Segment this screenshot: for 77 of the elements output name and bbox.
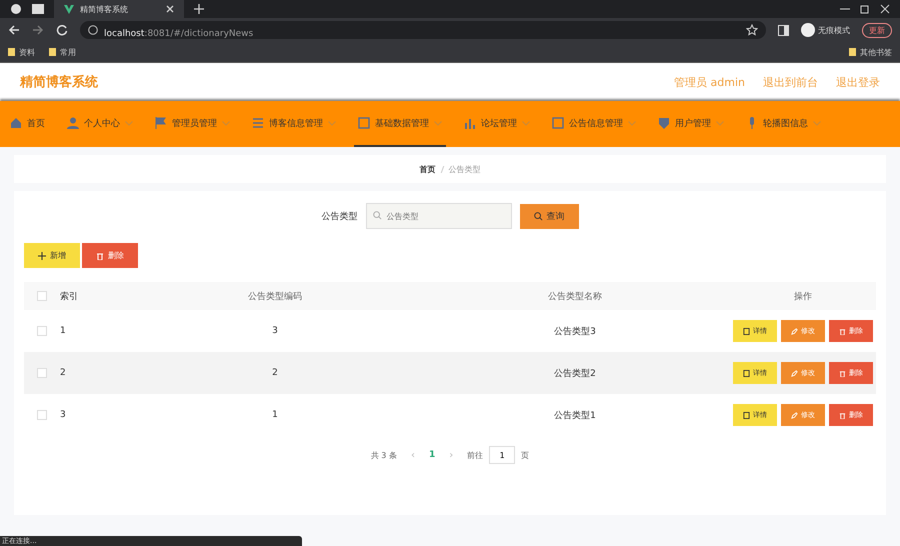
- site-title: 精简博客系统: [20, 74, 98, 91]
- forward-icon[interactable]: [32, 24, 44, 36]
- table-cell-text: 2: [60, 368, 67, 378]
- breadcrumb-item: 公告类型: [448, 164, 480, 174]
- trash-icon: [96, 252, 104, 260]
- plus-icon: [38, 252, 46, 260]
- tab-title: 精简博客系统: [80, 4, 129, 14]
- nav-item[interactable]: 轮播图信息: [742, 101, 825, 147]
- nav-item[interactable]: 论坛管理: [460, 101, 534, 147]
- logo-icon: [64, 4, 74, 14]
- back-icon[interactable]: [8, 24, 20, 36]
- restore-icon[interactable]: [860, 4, 870, 14]
- table-cell-text: 1: [60, 326, 67, 336]
- breadcrumb-item[interactable]: 首页: [420, 164, 436, 174]
- trash-icon: [839, 370, 846, 376]
- flag-icon: [155, 117, 167, 129]
- table-cell-text: 3: [271, 326, 279, 336]
- close-icon[interactable]: [880, 4, 890, 14]
- table-cell-text: 公告类型1: [553, 410, 597, 422]
- bookmark[interactable]: 资料: [8, 46, 35, 58]
- trash-icon: [839, 328, 846, 334]
- page-number[interactable]: 1: [428, 450, 436, 460]
- document-icon: [743, 412, 750, 418]
- nav-item[interactable]: 管理员管理: [151, 101, 234, 147]
- bookmark[interactable]: 其他书签: [849, 46, 892, 58]
- total-count: 共 3 条: [370, 450, 397, 460]
- bookmark[interactable]: 常用: [49, 46, 76, 58]
- pencil-icon: [791, 412, 798, 418]
- reload-icon[interactable]: [56, 24, 68, 36]
- shield-icon: [658, 117, 670, 129]
- address-field[interactable]: localhost:8081/#/dictionaryNews: [80, 21, 766, 39]
- trash-icon: [839, 412, 846, 418]
- goto-label: 前往: [467, 450, 484, 460]
- url-text: localhost:8081/#/dictionaryNews: [104, 28, 254, 40]
- nav-item[interactable]: 博客信息管理: [248, 101, 340, 147]
- list-icon: [252, 117, 264, 129]
- field-label: 公告类型: [322, 210, 358, 222]
- table-cell-text: 3: [60, 410, 67, 420]
- page-suffix: 页: [521, 450, 530, 460]
- document-icon: [743, 370, 750, 376]
- star-icon[interactable]: [746, 24, 758, 36]
- box-icon: [552, 117, 564, 129]
- delete-button[interactable]: 删除: [82, 243, 138, 268]
- update-button[interactable]: 更新: [862, 22, 892, 38]
- row-checkbox[interactable]: [37, 368, 47, 378]
- nav-item[interactable]: 首页: [6, 101, 49, 147]
- new-tab-icon[interactable]: [194, 4, 204, 14]
- nav-item[interactable]: 公告信息管理: [548, 101, 640, 147]
- table-cell-text: 公告类型3: [553, 326, 597, 338]
- table-cell-text: 1: [271, 410, 279, 420]
- pencil-icon: [791, 328, 798, 334]
- nav-item[interactable]: 用户管理: [654, 101, 728, 147]
- search-icon: [534, 212, 542, 220]
- close-icon[interactable]: [166, 5, 174, 13]
- column-header: 索引: [60, 290, 79, 302]
- search-field[interactable]: 公告类型: [366, 203, 512, 229]
- add-button[interactable]: 新增: [24, 243, 80, 268]
- column-header: 公告类型名称: [547, 290, 603, 302]
- bar-chart-icon: [464, 117, 476, 129]
- page-input[interactable]: 1: [489, 446, 516, 464]
- pencil-icon: [791, 370, 798, 376]
- home-icon: [10, 117, 22, 129]
- column-header: 公告类型编码: [247, 290, 303, 302]
- sidebar-icon[interactable]: [778, 24, 789, 36]
- nav-item[interactable]: 个人中心: [63, 101, 137, 147]
- table-cell-text: 2: [271, 368, 279, 378]
- row-checkbox[interactable]: [37, 410, 47, 420]
- select-all-checkbox[interactable]: [37, 291, 47, 301]
- box-icon: [358, 117, 370, 129]
- incognito-badge[interactable]: 无痕模式: [801, 23, 850, 37]
- table-cell-text: 公告类型2: [553, 368, 597, 380]
- user-icon: [67, 117, 79, 129]
- row-checkbox[interactable]: [37, 326, 47, 336]
- browser-tab[interactable]: 精简博客系统: [54, 0, 184, 18]
- search-button[interactable]: 查询: [520, 204, 578, 228]
- document-icon: [743, 328, 750, 334]
- column-header: 操作: [793, 290, 813, 302]
